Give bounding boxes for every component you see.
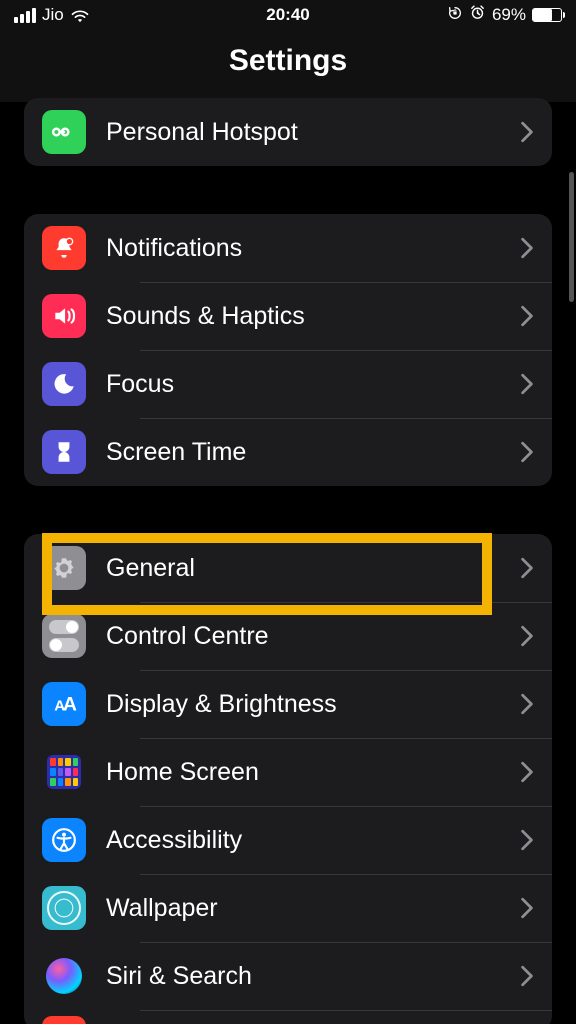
chevron-right-icon (520, 557, 534, 579)
row-partial-next[interactable] (24, 1010, 552, 1024)
orientation-lock-icon (447, 5, 463, 26)
scroll-indicator[interactable] (569, 172, 574, 302)
chevron-right-icon (520, 693, 534, 715)
status-time: 20:40 (266, 5, 309, 25)
partial-icon (42, 1016, 86, 1024)
cellular-signal-icon (14, 8, 36, 23)
row-general[interactable]: General (24, 534, 552, 602)
row-home-screen[interactable]: Home Screen (24, 738, 552, 806)
row-label: Control Centre (106, 622, 520, 651)
row-label: Personal Hotspot (106, 118, 520, 147)
display-icon: AA (42, 682, 86, 726)
battery-percent: 69% (492, 5, 526, 25)
row-display-brightness[interactable]: AA Display & Brightness (24, 670, 552, 738)
chevron-right-icon (520, 121, 534, 143)
row-screen-time[interactable]: Screen Time (24, 418, 552, 486)
row-notifications[interactable]: Notifications (24, 214, 552, 282)
row-control-centre[interactable]: Control Centre (24, 602, 552, 670)
settings-group-connectivity: Personal Hotspot (24, 98, 552, 166)
focus-icon (42, 362, 86, 406)
control-centre-icon (42, 614, 86, 658)
screen-time-icon (42, 430, 86, 474)
row-accessibility[interactable]: Accessibility (24, 806, 552, 874)
status-left: Jio (14, 5, 90, 25)
general-icon (42, 546, 86, 590)
wallpaper-icon (42, 886, 86, 930)
hotspot-icon (42, 110, 86, 154)
row-label: Home Screen (106, 758, 520, 787)
chevron-right-icon (520, 965, 534, 987)
chevron-right-icon (520, 237, 534, 259)
sounds-icon (42, 294, 86, 338)
row-label: General (106, 554, 520, 583)
row-label: Sounds & Haptics (106, 302, 520, 331)
status-right: 69% (447, 4, 562, 26)
wifi-icon (70, 8, 90, 23)
settings-list: Personal Hotspot Notifications Sounds & … (0, 98, 576, 1024)
svg-text:A: A (63, 694, 77, 716)
row-siri-search[interactable]: Siri & Search (24, 942, 552, 1010)
row-label: Focus (106, 370, 520, 399)
row-sounds-haptics[interactable]: Sounds & Haptics (24, 282, 552, 350)
status-bar: Jio 20:40 69% (0, 0, 576, 30)
row-label: Screen Time (106, 438, 520, 467)
battery-icon (532, 8, 562, 22)
row-label: Accessibility (106, 826, 520, 855)
alarm-icon (469, 4, 486, 26)
row-wallpaper[interactable]: Wallpaper (24, 874, 552, 942)
chevron-right-icon (520, 305, 534, 327)
chevron-right-icon (520, 829, 534, 851)
siri-icon (42, 954, 86, 998)
chevron-right-icon (520, 761, 534, 783)
carrier-label: Jio (42, 5, 64, 25)
notifications-icon (42, 226, 86, 270)
page-title: Settings (0, 44, 576, 78)
row-label: Display & Brightness (106, 690, 520, 719)
chevron-right-icon (520, 625, 534, 647)
row-focus[interactable]: Focus (24, 350, 552, 418)
row-label: Siri & Search (106, 962, 520, 991)
settings-group-attention: Notifications Sounds & Haptics Focus Scr… (24, 214, 552, 486)
chevron-right-icon (520, 373, 534, 395)
page-header: Settings (0, 30, 576, 102)
row-label: Notifications (106, 234, 520, 263)
chevron-right-icon (520, 897, 534, 919)
home-screen-icon (42, 750, 86, 794)
settings-group-device: General Control Centre AA Display & Brig… (24, 534, 552, 1024)
row-personal-hotspot[interactable]: Personal Hotspot (24, 98, 552, 166)
chevron-right-icon (520, 441, 534, 463)
row-label: Wallpaper (106, 894, 520, 923)
accessibility-icon (42, 818, 86, 862)
